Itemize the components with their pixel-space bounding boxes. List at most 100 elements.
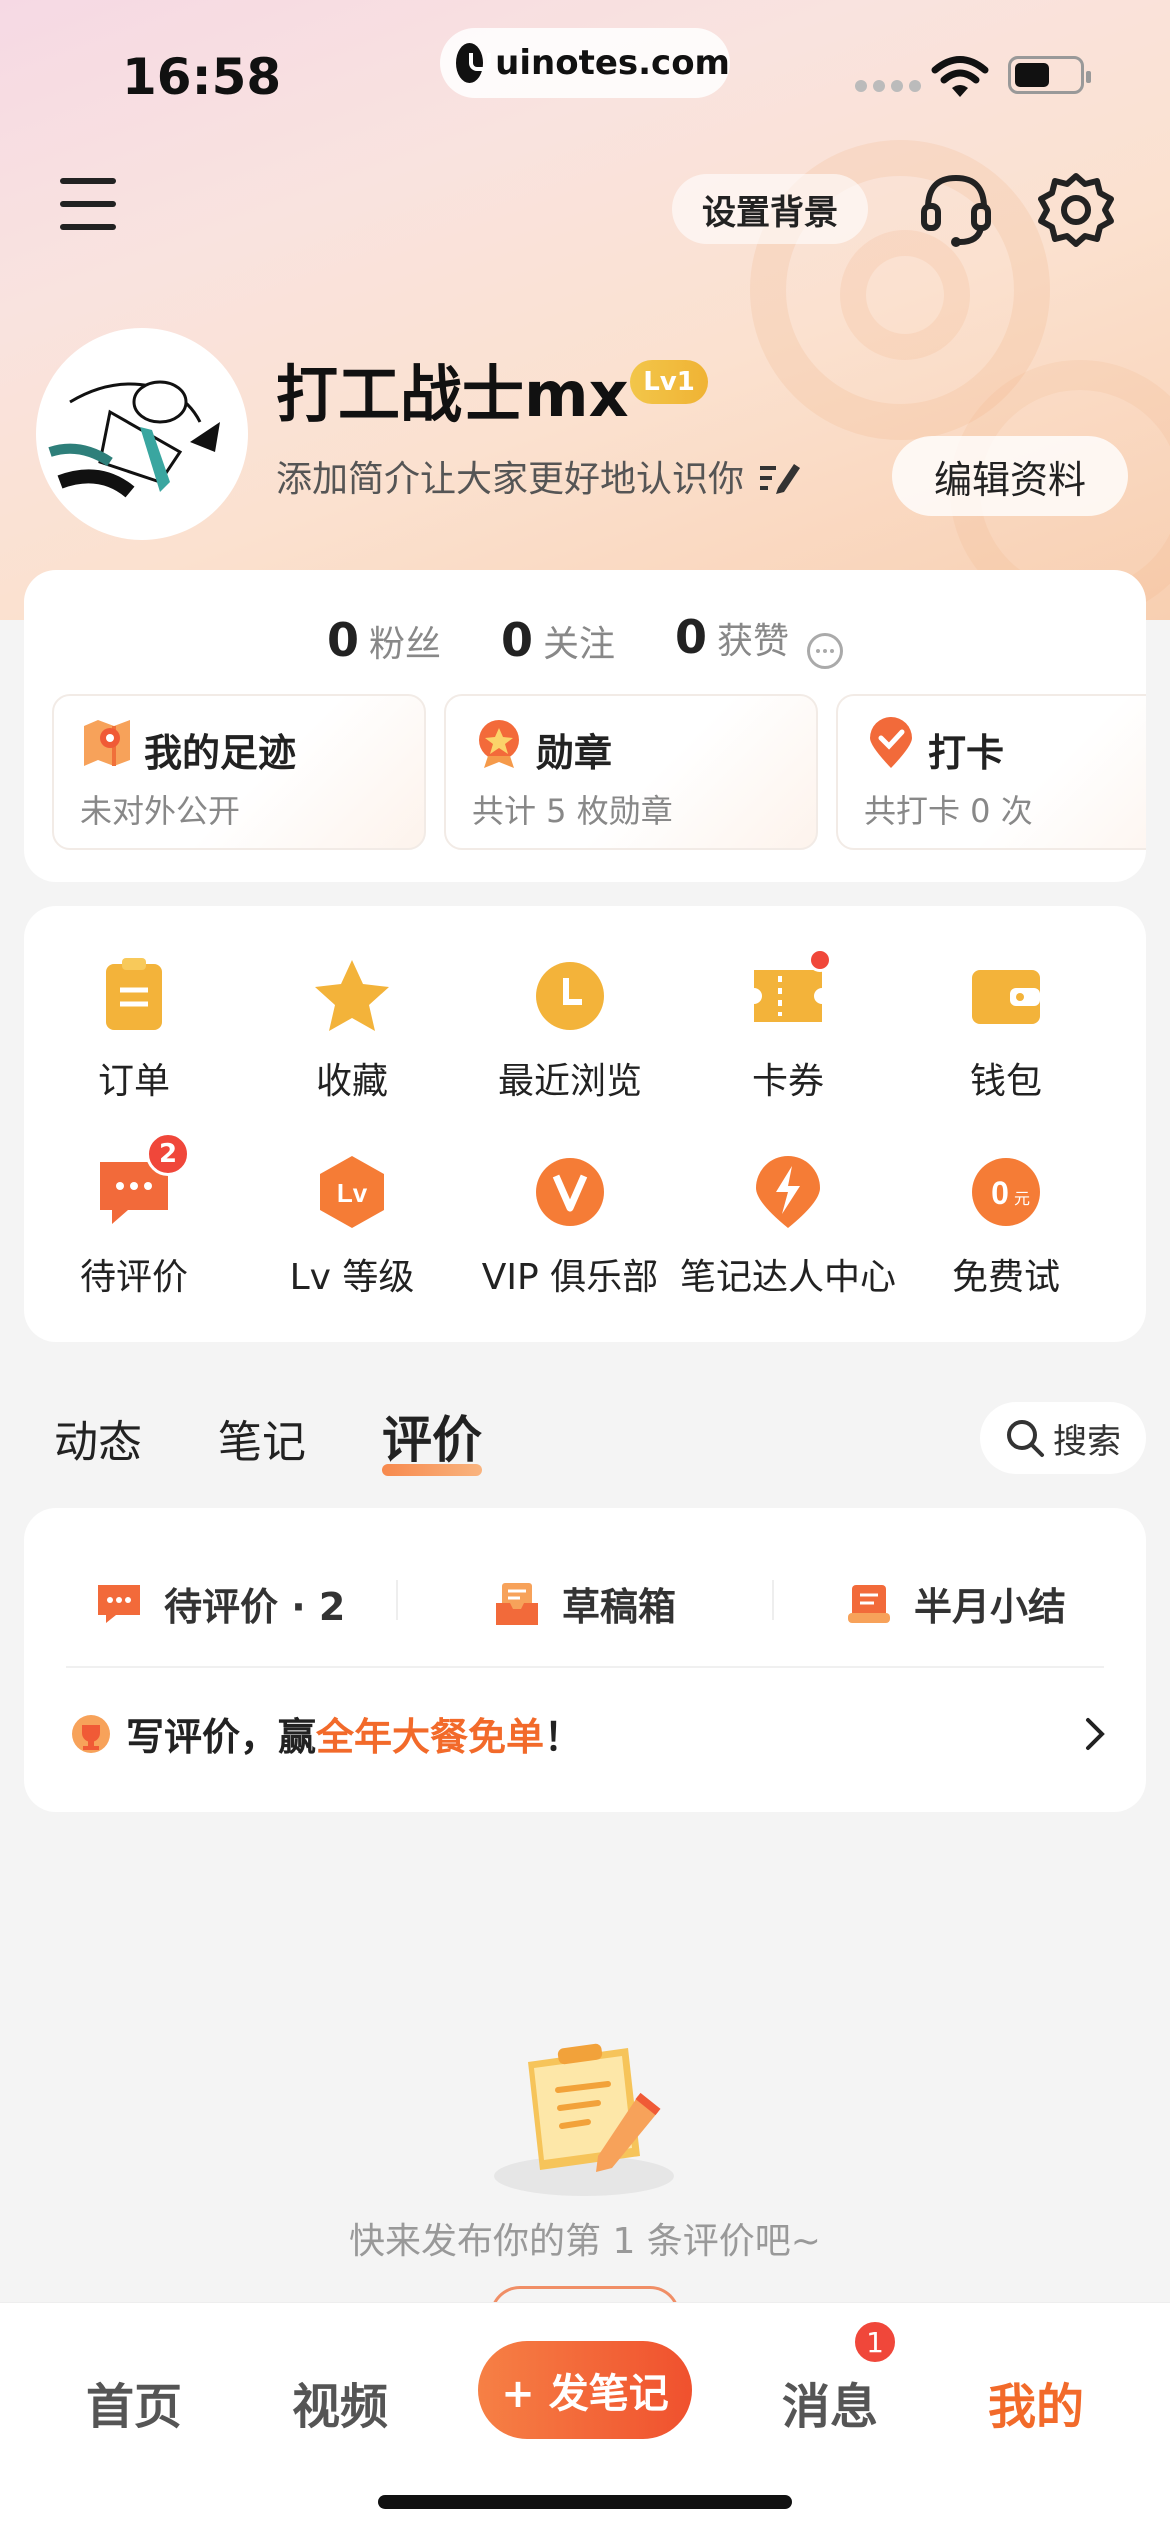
tab-messages[interactable]: 消息 [782,2367,878,2437]
search-icon [1007,1420,1044,1457]
grid-label: 钱包 [969,1061,1042,1102]
tab-mine[interactable]: 我的 [988,2367,1084,2437]
tab-activity[interactable]: 动态 [54,1406,142,1470]
reward-trophy-icon [72,1714,110,1753]
set-background-button[interactable]: 设置背景 [672,174,868,244]
grid-item-favorites[interactable]: 收藏 [242,956,462,1104]
promo-highlight: 全年大餐免单 [316,1715,545,1759]
chevron-right-icon[interactable] [1082,1716,1106,1752]
free-trial-icon: 0元 [966,1152,1046,1232]
edit-profile-button[interactable]: 编辑资料 [892,436,1128,516]
tab-reviews[interactable]: 评价 [382,1400,482,1476]
star-icon [312,956,392,1036]
search-label: 搜索 [1053,1421,1121,1462]
likes-stat[interactable]: 0 获赞 [675,610,844,669]
grid-item-vip-club[interactable]: VIP 俱乐部 [460,1152,680,1300]
chat-bubble-icon [98,1584,140,1623]
following-label: 关注 [543,623,616,665]
followers-label: 粉丝 [368,623,441,665]
decorative-ring [840,230,970,360]
drafts-link[interactable]: 草稿箱 [494,1576,676,1631]
grid-label: 最近浏览 [497,1061,642,1102]
coupon-icon [748,948,832,1036]
post-note-button[interactable]: + 发笔记 [478,2341,692,2439]
grid-label: 笔记达人中心 [679,1257,896,1298]
footprint-card[interactable]: 我的足迹 未对外公开 [52,694,426,850]
customer-service-icon[interactable] [918,168,994,248]
more-dots-icon[interactable] [807,633,844,669]
medal-icon [479,720,519,768]
grid-label: 订单 [97,1061,170,1102]
notification-dot [808,948,832,972]
anime-character-avatar-icon [40,332,244,536]
grid-item-wallet[interactable]: 钱包 [896,956,1116,1104]
likes-label: 获赞 [717,621,790,662]
grid-item-creator-center[interactable]: 笔记达人中心 [678,1152,898,1300]
grid-item-orders[interactable]: 订单 [24,956,244,1104]
promo-prefix: 写评价，赢 [126,1715,317,1759]
chat-bubble-icon: 2 [94,1132,190,1232]
badges-title: 勋章 [536,731,613,775]
review-card: 待评价 · 2 草稿箱 半月小结 写评价，赢全年大餐免单！ [24,1508,1146,1812]
badges-sub: 共计 5 枚勋章 [472,792,673,830]
grid-item-pending-review[interactable]: 2 待评价 [24,1132,244,1300]
badges-card[interactable]: 勋章 共计 5 枚勋章 [444,694,818,850]
half-month-summary-link[interactable]: 半月小结 [846,1576,1066,1631]
tab-video[interactable]: 视频 [292,2367,388,2437]
tab-notes[interactable]: 笔记 [218,1406,306,1470]
messages-badge: 1 [852,2319,898,2365]
bottom-tab-bar: 首页 视频 + 发笔记 消息 1 我的 [0,2302,1170,2532]
checkin-pin-icon [870,717,912,768]
bio-text: 添加简介让大家更好地认识你 [276,459,745,500]
half-month-summary-label: 半月小结 [914,1585,1067,1629]
cellular-signal-icon [855,80,921,92]
drafts-tray-icon [496,1582,538,1625]
status-time: 16:58 [122,48,282,106]
following-count: 0 [500,612,533,667]
divider [772,1580,774,1620]
scroll-summary-icon [848,1584,890,1623]
pending-review-badge: 2 [146,1132,190,1176]
grid-label: 收藏 [315,1061,388,1102]
home-indicator [378,2495,792,2509]
grid-label: 卡券 [751,1061,824,1102]
stats-row: 0 粉丝 0 关注 0 获赞 [24,610,1146,669]
review-promo-banner[interactable]: 写评价，赢全年大餐免单！ [70,1706,582,1761]
svg-text:元: 元 [1014,1189,1030,1208]
divider [396,1580,398,1620]
grid-item-free-trial[interactable]: 0元 免费试 [896,1152,1116,1300]
grid-label: Lv 等级 [289,1257,415,1298]
followers-stat[interactable]: 0 粉丝 [327,613,441,667]
wifi-icon [931,56,989,97]
clock-icon [530,956,610,1036]
grid-item-recent[interactable]: 最近浏览 [460,956,680,1104]
empty-state-text: 快来发布你的第 1 条评价吧~ [349,2221,821,2262]
wallet-icon [966,956,1046,1036]
pending-review-link[interactable]: 待评价 · 2 [96,1576,345,1631]
checkin-card[interactable]: 打卡 共打卡 0 次 [836,694,1146,850]
tab-home[interactable]: 首页 [86,2367,182,2437]
avatar[interactable] [36,328,248,540]
divider [66,1666,1104,1668]
following-stat[interactable]: 0 关注 [501,613,615,667]
footprint-title: 我的足迹 [144,731,297,775]
url-pill: uinotes.com [440,28,730,98]
level-badge[interactable]: Lv1 [630,360,708,404]
search-button[interactable]: 搜索 [980,1402,1146,1474]
lightning-icon [748,1152,828,1232]
uinotes-logo-icon [456,43,492,83]
promo-suffix: ！ [544,1715,583,1759]
empty-clipboard-illustration-icon [494,2043,674,2196]
bio-prompt[interactable]: 添加简介让大家更好地认识你 [276,450,802,502]
settings-gear-icon[interactable] [1036,170,1116,250]
grid-item-coupons[interactable]: 卡券 [678,948,898,1104]
grid-item-level[interactable]: Lv Lv 等级 [242,1152,462,1300]
menu-button[interactable] [60,178,116,230]
username: 打工战士mx [276,358,629,431]
battery-icon [1008,56,1091,94]
footprint-sub: 未对外公开 [80,792,241,830]
stats-card: 0 粉丝 0 关注 0 获赞 我的足迹 未对外公开 勋章 共计 5 枚勋章 打卡… [24,570,1146,882]
map-pin-icon [84,720,130,766]
function-grid: 订单 收藏 最近浏览 卡券 钱包 2 待评价 Lv Lv 等级 VIP 俱乐部 … [24,906,1146,1342]
vip-icon [530,1152,610,1232]
